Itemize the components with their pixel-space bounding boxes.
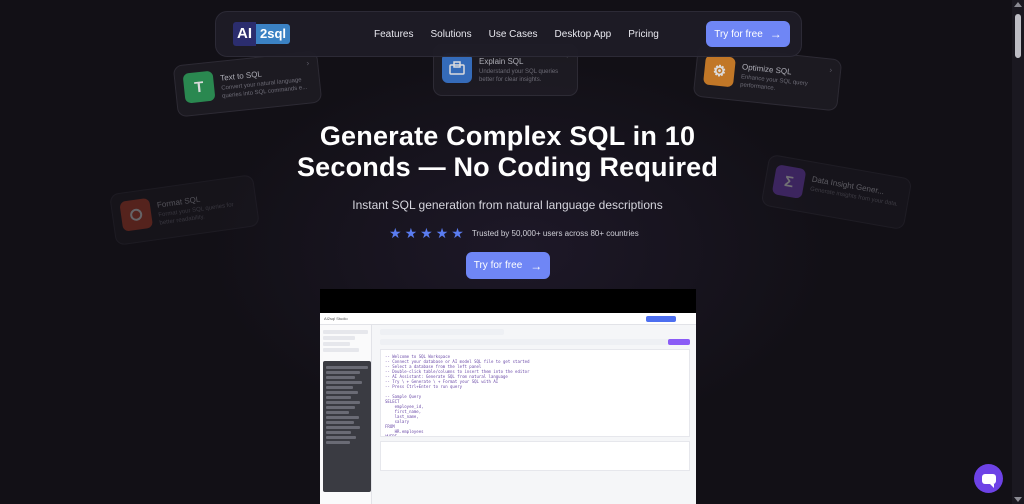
scroll-down-arrow-icon[interactable] <box>1014 497 1022 502</box>
hero-try-for-free-label: Try for free <box>473 260 523 271</box>
hero-title-line-2: Seconds — No Coding Required <box>296 152 719 182</box>
arrow-right-icon: → <box>530 258 543 273</box>
app-preview-video[interactable]: AI2sql Studio -- Welcome to SQL Workspac… <box>320 289 696 504</box>
rating: ★ ★ ★ ★ ★ Trusted by 50,000+ users acros… <box>389 226 639 240</box>
chevron-right-icon: › <box>829 65 833 75</box>
app-preview-topbar: AI2sql Studio <box>320 313 696 325</box>
nav-link-desktop-app[interactable]: Desktop App <box>555 29 612 40</box>
arrow-right-icon: → <box>769 27 782 41</box>
app-preview-table-item <box>326 416 359 419</box>
star-icon: ★ <box>451 225 464 241</box>
trusted-text: Trusted by 50,000+ users across 80+ coun… <box>471 228 639 238</box>
app-preview-sidebar-item <box>323 342 350 346</box>
app-preview-table-item <box>326 431 352 434</box>
app-preview-prompt-input <box>380 339 690 345</box>
nav-link-pricing[interactable]: Pricing <box>628 29 659 40</box>
app-preview-table-item <box>326 401 360 404</box>
app-preview-table-item <box>326 421 354 424</box>
app-preview-results-panel <box>380 441 690 471</box>
logo-ai-text: AI <box>233 22 256 46</box>
gear-icon: ⚙ <box>702 54 736 88</box>
hero-title-line-1: Generate Complex SQL in 10 <box>319 121 696 151</box>
app-preview-connect-button <box>646 316 676 322</box>
chevron-right-icon: › <box>306 58 310 68</box>
text-icon: T <box>182 70 216 104</box>
app-preview-sidebar-item <box>323 348 359 352</box>
chat-icon <box>981 473 996 488</box>
scrollbar[interactable] <box>1012 0 1024 504</box>
feature-card-desc: Understand your SQL queries better for c… <box>479 69 559 83</box>
panel-icon <box>442 53 472 83</box>
star-icon: ★ <box>420 225 433 241</box>
nav-link-solutions[interactable]: Solutions <box>430 29 471 40</box>
app-preview-table-list <box>323 361 371 492</box>
app-preview-table-item <box>326 366 368 369</box>
logo[interactable]: AI 2sql <box>233 22 291 46</box>
nav-link-use-cases[interactable]: Use Cases <box>489 29 538 40</box>
nav-try-for-free-label: Try for free <box>714 28 763 40</box>
app-preview-screen: AI2sql Studio -- Welcome to SQL Workspac… <box>320 313 696 504</box>
nav-link-features[interactable]: Features <box>374 29 413 40</box>
scroll-up-arrow-icon[interactable] <box>1014 2 1022 7</box>
navbar: AI 2sql Features Solutions Use Cases Des… <box>215 11 802 57</box>
app-preview-table-item <box>326 441 351 444</box>
hero-subtitle: Instant SQL generation from natural lang… <box>352 198 663 212</box>
app-preview-table-item <box>326 411 350 414</box>
app-preview-table-item <box>326 391 358 394</box>
app-preview-table-item <box>326 426 361 429</box>
app-preview-table-item <box>326 381 362 384</box>
feature-card-title: Explain SQL <box>479 57 524 66</box>
star-icon: ★ <box>389 225 402 241</box>
app-preview-table-item <box>326 406 356 409</box>
hero-title: Generate Complex SQL in 10 Seconds — No … <box>0 121 1015 183</box>
star-rating: ★ ★ ★ ★ ★ <box>389 226 464 240</box>
scrollbar-thumb[interactable] <box>1015 14 1021 58</box>
app-preview-toolbar <box>380 329 504 335</box>
star-icon: ★ <box>435 225 449 241</box>
hero-try-for-free-button[interactable]: Try for free → <box>466 252 550 279</box>
app-preview-table-item <box>326 386 354 389</box>
app-preview-table-item <box>326 371 360 374</box>
nav-links: Features Solutions Use Cases Desktop App… <box>374 29 659 40</box>
star-icon: ★ <box>404 225 418 241</box>
app-preview-sidebar-item <box>323 330 368 334</box>
logo-2sql-text: 2sql <box>256 24 291 44</box>
chat-button[interactable] <box>974 464 1003 493</box>
app-preview-generate-button <box>668 339 690 345</box>
app-preview-table-item <box>326 396 352 399</box>
app-preview-code-editor: -- Welcome to SQL Workspace -- Connect y… <box>380 349 690 437</box>
app-preview-main: -- Welcome to SQL Workspace -- Connect y… <box>374 325 696 504</box>
app-preview-table-item <box>326 376 356 379</box>
app-preview-table-item <box>326 436 357 439</box>
app-preview-sidebar-item <box>323 336 355 340</box>
nav-try-for-free-button[interactable]: Try for free → <box>706 21 790 47</box>
feature-card-text-to-sql[interactable]: T Text to SQL Convert your natural langu… <box>172 50 323 118</box>
app-preview-name: AI2sql Studio <box>324 316 348 321</box>
